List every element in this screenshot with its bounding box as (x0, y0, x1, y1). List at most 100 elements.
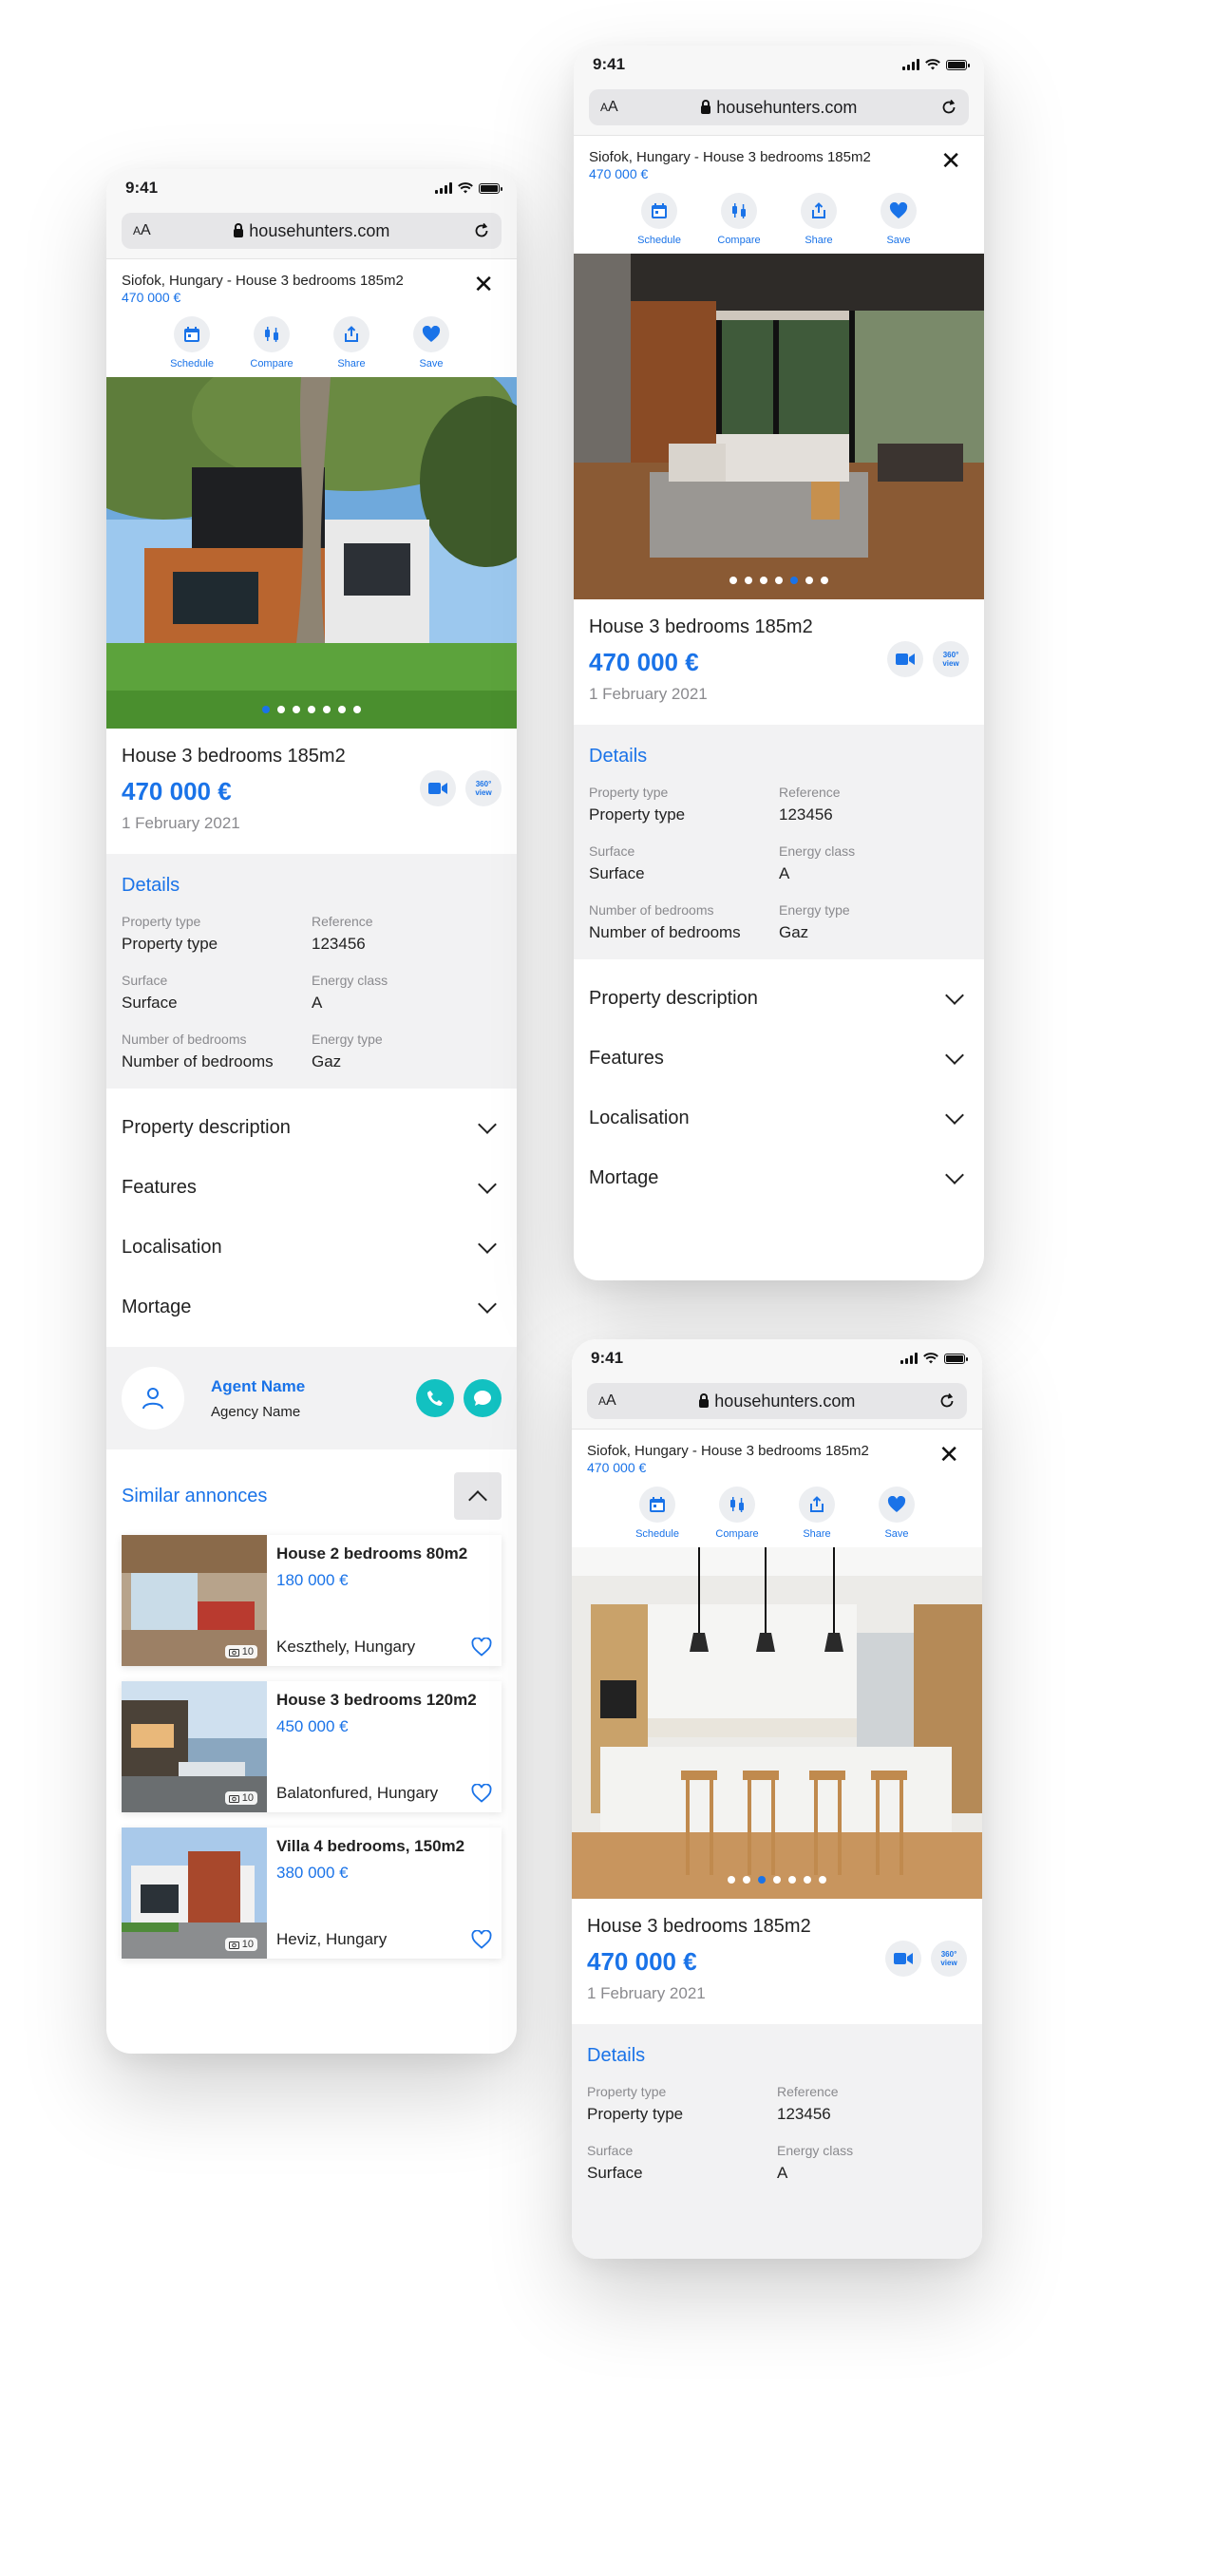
status-time: 9:41 (593, 55, 626, 73)
signal-icon (435, 182, 452, 194)
text-size-button[interactable]: AA (598, 1392, 616, 1410)
action-bar: Schedule Compare Share Save (574, 187, 984, 254)
url-host: househunters.com (714, 1391, 856, 1411)
video-button[interactable] (885, 1941, 921, 1977)
share-button[interactable]: Share (800, 193, 838, 246)
share-icon (812, 202, 825, 218)
close-icon[interactable]: ✕ (938, 1442, 959, 1467)
status-bar: 9:41 (106, 169, 517, 207)
schedule-button[interactable]: Schedule (170, 316, 214, 369)
agent-name[interactable]: Agent Name (211, 1377, 305, 1396)
calendar-icon (650, 1497, 665, 1512)
heart-outline-icon[interactable] (471, 1784, 492, 1803)
similar-title: House 2 bedrooms 80m2 (276, 1544, 468, 1563)
share-button[interactable]: Share (798, 1487, 836, 1540)
accordion-localisation[interactable]: Localisation (589, 1089, 969, 1148)
similar-card[interactable]: 10 House 3 bedrooms 120m2 450 000 € Bala… (122, 1681, 502, 1812)
accordion-mortage[interactable]: Mortage (589, 1148, 969, 1208)
reference-value: 123456 (779, 805, 833, 824)
message-button[interactable] (464, 1379, 502, 1417)
video-button[interactable] (887, 641, 923, 677)
collapse-button[interactable] (454, 1472, 502, 1520)
accordion-localisation[interactable]: Localisation (122, 1218, 502, 1278)
similar-title: House 3 bedrooms 120m2 (276, 1691, 477, 1709)
listing-info: House 3 bedrooms 185m2 470 000 € 1 Febru… (106, 729, 517, 854)
accordion-mortage[interactable]: Mortage (122, 1278, 502, 1337)
close-icon[interactable]: ✕ (940, 148, 961, 173)
signal-icon (902, 59, 919, 70)
save-button[interactable]: Save (412, 316, 450, 369)
heart-filled-icon (887, 1496, 906, 1512)
close-icon[interactable]: ✕ (473, 272, 494, 296)
compare-icon (265, 327, 278, 342)
wifi-icon (458, 182, 473, 194)
signal-icon (900, 1353, 918, 1364)
energy-class-value: A (779, 864, 790, 882)
similar-location: Balatonfured, Hungary (276, 1784, 439, 1802)
address-bar[interactable]: AA househunters.com (589, 89, 969, 125)
schedule-button[interactable]: Schedule (635, 1487, 679, 1540)
accordion-property-description[interactable]: Property description (589, 969, 969, 1029)
chevron-down-icon (945, 1105, 964, 1125)
similar-card[interactable]: 10 Villa 4 bedrooms, 150m2 380 000 € Hev… (122, 1828, 502, 1959)
wifi-icon (925, 59, 940, 70)
compare-icon (730, 1497, 744, 1512)
listing-title: House 3 bedrooms 185m2 (589, 616, 813, 637)
accordion-list: Property description Features Localisati… (106, 1089, 517, 1347)
chevron-down-icon (945, 1165, 964, 1184)
compare-button[interactable]: Compare (715, 1487, 759, 1540)
similar-section: Similar annonces 10 House 2 bedrooms 80m… (106, 1449, 517, 1983)
schedule-button[interactable]: Schedule (637, 193, 681, 246)
chevron-up-icon (468, 1490, 487, 1509)
address-bar[interactable]: AA househunters.com (122, 213, 502, 249)
reload-icon[interactable] (473, 222, 490, 239)
similar-price: 380 000 € (276, 1864, 349, 1882)
wifi-icon (923, 1353, 938, 1364)
accordion-features[interactable]: Features (589, 1029, 969, 1089)
share-icon (345, 326, 358, 342)
text-size-button[interactable]: AA (600, 99, 618, 116)
listing-info: House 3 bedrooms 185m2 470 000 € 1 Febru… (574, 599, 984, 725)
save-button[interactable]: Save (880, 193, 918, 246)
details-heading: Details (589, 746, 648, 767)
lock-icon (699, 1392, 710, 1408)
house-exterior-photo (106, 377, 517, 729)
save-button[interactable]: Save (878, 1487, 916, 1540)
view-360-button[interactable]: 360° view (465, 770, 502, 806)
reload-icon[interactable] (938, 1392, 956, 1410)
listing-photo-exterior[interactable] (106, 377, 517, 729)
energy-type-value: Gaz (312, 1052, 342, 1070)
property-type-value: Property type (587, 2105, 684, 2123)
view-360-button[interactable]: 360° view (933, 641, 969, 677)
compare-button[interactable]: Compare (717, 193, 761, 246)
agency-name: Agency Name (211, 1403, 301, 1420)
camera-icon (228, 1794, 239, 1803)
listing-title: House 3 bedrooms 185m2 (122, 746, 346, 767)
chevron-down-icon (478, 1174, 497, 1194)
accordion-property-description[interactable]: Property description (122, 1098, 502, 1158)
address-bar[interactable]: AA househunters.com (587, 1383, 967, 1419)
carousel-dots (106, 706, 517, 713)
listing-date: 1 February 2021 (122, 814, 240, 832)
call-button[interactable] (416, 1379, 454, 1417)
video-button[interactable] (420, 770, 456, 806)
accordion-features[interactable]: Features (122, 1158, 502, 1218)
share-button[interactable]: Share (332, 316, 370, 369)
listing-header: Siofok, Hungary - House 3 bedrooms 185m2… (572, 1430, 982, 1481)
similar-heading: Similar annonces (122, 1485, 268, 1506)
reload-icon[interactable] (940, 99, 957, 116)
url-host: househunters.com (249, 220, 390, 240)
compare-button[interactable]: Compare (250, 316, 294, 369)
surface-value: Surface (589, 864, 645, 882)
similar-location: Keszthely, Hungary (276, 1638, 416, 1656)
heart-outline-icon[interactable] (471, 1930, 492, 1949)
kitchen-photo (572, 1547, 982, 1899)
view-360-button[interactable]: 360° view (931, 1941, 967, 1977)
calendar-icon (184, 327, 199, 342)
similar-card[interactable]: 10 House 2 bedrooms 80m2 180 000 € Keszt… (122, 1535, 502, 1666)
action-bar: Schedule Compare Share Save (572, 1481, 982, 1547)
listing-photo-kitchen[interactable] (572, 1547, 982, 1899)
text-size-button[interactable]: AA (133, 222, 151, 239)
heart-outline-icon[interactable] (471, 1638, 492, 1657)
listing-photo-living-room[interactable] (574, 254, 984, 599)
